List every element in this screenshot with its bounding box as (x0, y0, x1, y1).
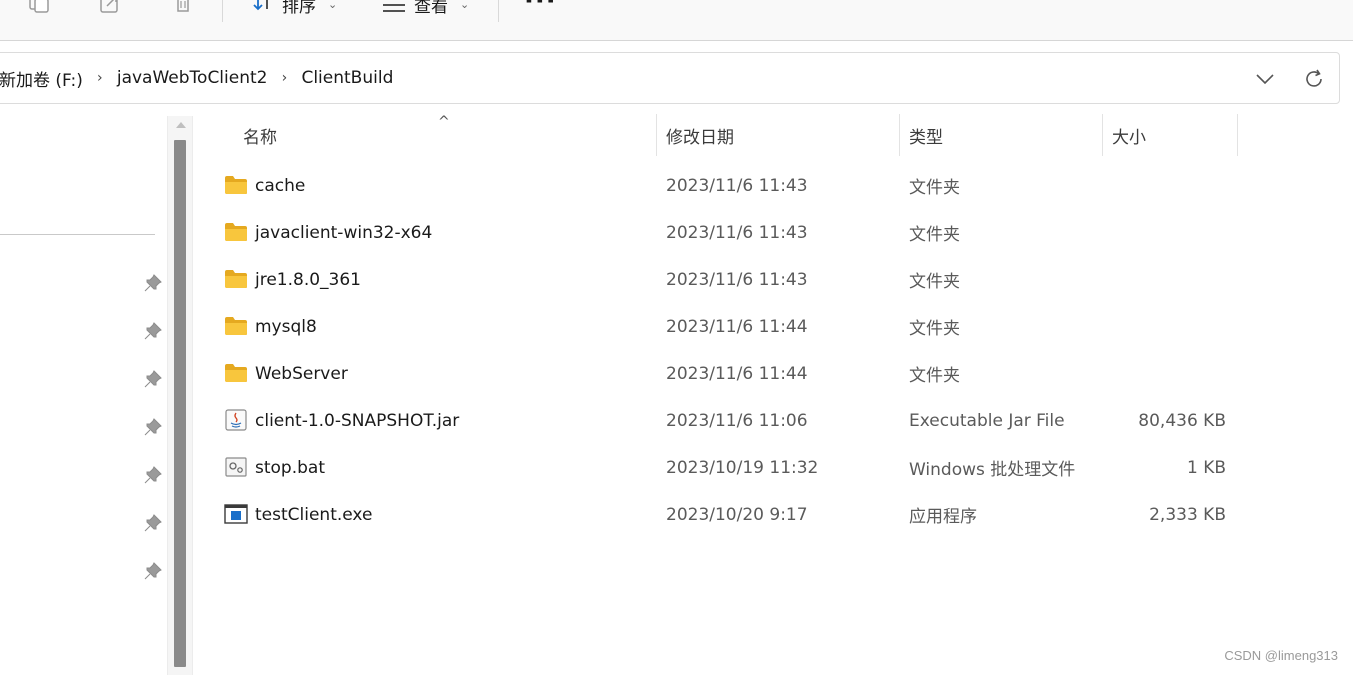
address-bar[interactable]: 新加卷 (F:) › javaWebToClient2 › ClientBuil… (0, 52, 1340, 104)
batch-file-icon (224, 456, 248, 478)
file-name: testClient.exe (255, 504, 373, 525)
folder-icon (224, 174, 248, 196)
copy-icon[interactable] (26, 0, 52, 14)
chevron-down-icon: ⌄ (460, 0, 470, 11)
file-row[interactable]: WebServer 2023/11/6 11:44 文件夹 (198, 350, 1238, 397)
file-name: javaclient-win32-x64 (255, 222, 433, 243)
file-size: 2,333 KB (1149, 504, 1226, 525)
file-row[interactable]: cache 2023/11/6 11:43 文件夹 (198, 162, 1238, 209)
file-type: 文件夹 (909, 178, 960, 198)
sort-ascending-indicator: ^ (438, 114, 450, 130)
file-row[interactable]: mysql8 2023/11/6 11:44 文件夹 (198, 303, 1238, 350)
pin-icon[interactable] (144, 562, 162, 580)
sort-icon (253, 0, 268, 11)
command-bar: 排序 ⌄ 查看 ⌄ ··· (0, 0, 1353, 41)
folder-icon (224, 362, 248, 384)
view-menu-button[interactable]: 查看 ⌄ (382, 0, 470, 17)
exe-file-icon (224, 503, 248, 525)
file-type: 应用程序 (909, 507, 977, 527)
file-row[interactable]: stop.bat 2023/10/19 11:32 Windows 批处理文件 1 K… (198, 444, 1238, 491)
file-type: 文件夹 (909, 366, 960, 386)
file-modified-date: 2023/11/6 11:44 (666, 363, 808, 384)
history-dropdown-button[interactable] (1251, 65, 1279, 93)
toolbar-separator (498, 0, 499, 22)
file-name: jre1.8.0_361 (255, 269, 362, 290)
refresh-icon (1306, 69, 1322, 87)
column-resize-handle[interactable] (656, 114, 657, 156)
chevron-down-icon: ⌄ (328, 0, 338, 11)
delete-icon[interactable] (170, 0, 196, 14)
breadcrumb-separator-icon[interactable]: › (269, 70, 299, 86)
file-modified-date: 2023/10/20 9:17 (666, 504, 808, 525)
column-header-size[interactable]: 大小 (1112, 114, 1146, 156)
column-header-date[interactable]: 修改日期 (666, 114, 734, 156)
file-modified-date: 2023/11/6 11:44 (666, 316, 808, 337)
column-headers: ^ 名称 修改日期 类型 大小 (198, 114, 1238, 156)
chevron-down-icon (1256, 74, 1274, 85)
breadcrumb-item-drive[interactable]: 新加卷 (F:) (0, 66, 85, 91)
view-label: 查看 (414, 0, 448, 17)
folder-icon (224, 221, 248, 243)
file-type: 文件夹 (909, 272, 960, 292)
column-header-name[interactable]: 名称 (243, 114, 277, 156)
file-modified-date: 2023/11/6 11:06 (666, 410, 808, 431)
jar-file-icon (224, 409, 248, 431)
pin-icon[interactable] (144, 514, 162, 532)
file-type: 文件夹 (909, 225, 960, 245)
more-options-button[interactable]: ··· (524, 0, 557, 16)
file-row[interactable]: javaclient-win32-x64 2023/11/6 11:43 文件夹 (198, 209, 1238, 256)
pin-icon[interactable] (144, 466, 162, 484)
file-row[interactable]: client-1.0-SNAPSHOT.jar 2023/11/6 11:06 Ex… (198, 397, 1238, 444)
file-type: Executable Jar File (909, 410, 1065, 431)
column-resize-handle[interactable] (1102, 114, 1103, 156)
column-resize-handle[interactable] (1237, 114, 1238, 156)
file-modified-date: 2023/11/6 11:43 (666, 269, 808, 290)
file-type: Windows 批处理文件 (909, 460, 1076, 480)
breadcrumb-item-project[interactable]: javaWebToClient2 (115, 68, 270, 88)
nav-pane-scrollbar[interactable] (167, 116, 193, 675)
file-size: 1 KB (1186, 457, 1226, 478)
folder-icon (224, 268, 248, 290)
nav-pane-divider (0, 234, 155, 235)
sort-menu-button[interactable]: 排序 ⌄ (252, 0, 338, 17)
watermark: CSDN @limeng313 (1224, 648, 1338, 663)
file-type: 文件夹 (909, 319, 960, 339)
breadcrumb: 新加卷 (F:) › javaWebToClient2 › ClientBuil… (0, 53, 395, 103)
file-size: 80,436 KB (1138, 410, 1226, 431)
toolbar-separator (222, 0, 223, 22)
file-modified-date: 2023/11/6 11:43 (666, 175, 808, 196)
file-name: mysql8 (255, 316, 317, 337)
share-icon[interactable] (97, 0, 123, 14)
file-modified-date: 2023/10/19 11:32 (666, 457, 819, 478)
file-row[interactable]: jre1.8.0_361 2023/11/6 11:43 文件夹 (198, 256, 1238, 303)
column-resize-handle[interactable] (899, 114, 900, 156)
scrollbar-thumb[interactable] (174, 140, 186, 667)
pin-icon[interactable] (144, 418, 162, 436)
breadcrumb-item-current[interactable]: ClientBuild (299, 68, 395, 88)
view-icon (383, 4, 405, 12)
file-name: WebServer (255, 363, 348, 384)
pin-icon[interactable] (144, 370, 162, 388)
column-header-type[interactable]: 类型 (909, 114, 943, 156)
refresh-button[interactable] (1300, 65, 1328, 93)
file-name: stop.bat (255, 457, 325, 478)
folder-icon (224, 315, 248, 337)
breadcrumb-separator-icon[interactable]: › (85, 70, 115, 86)
pin-icon[interactable] (144, 274, 162, 292)
file-name: client-1.0-SNAPSHOT.jar (255, 410, 460, 431)
file-modified-date: 2023/11/6 11:43 (666, 222, 808, 243)
file-name: cache (255, 175, 306, 196)
sort-label: 排序 (282, 0, 316, 17)
scroll-up-arrow-icon[interactable] (176, 122, 186, 128)
pin-icon[interactable] (144, 322, 162, 340)
file-row[interactable]: testClient.exe 2023/10/20 9:17 应用程序 2,333 K… (198, 491, 1238, 538)
